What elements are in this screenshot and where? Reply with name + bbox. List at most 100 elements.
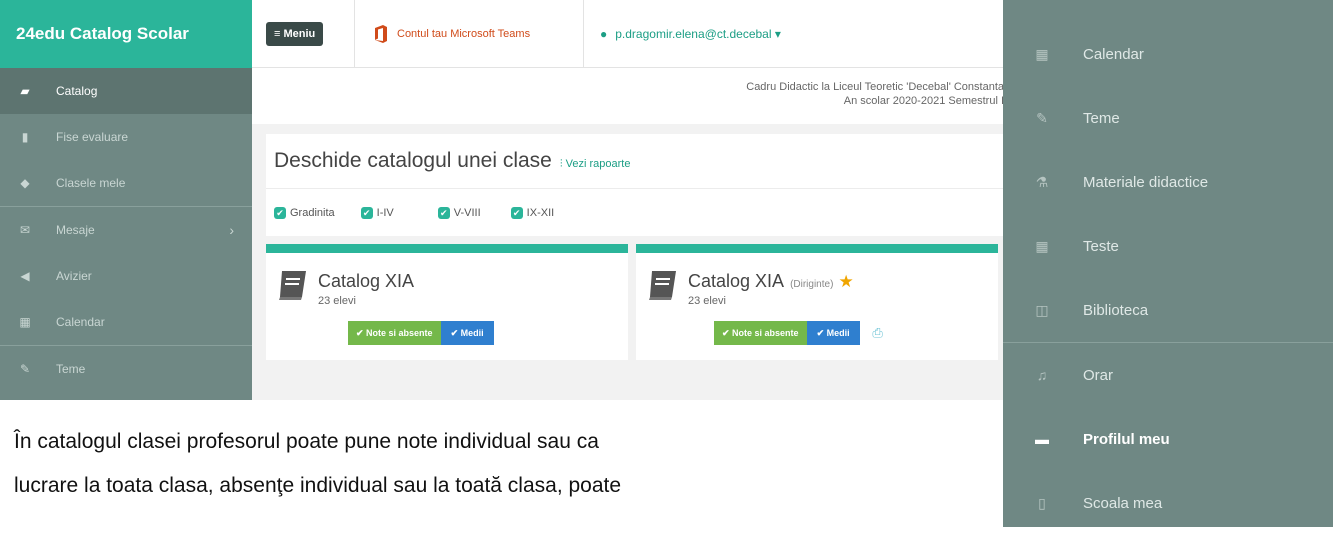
star-icon: ★	[838, 272, 854, 291]
catalog-title: Catalog XIA	[318, 271, 414, 292]
checkbox-checked-icon: ✔	[437, 206, 450, 219]
book-open-icon: ◫	[1035, 301, 1049, 318]
sidebar-item-teme[interactable]: ✎ Teme	[0, 346, 252, 392]
filter-ix-xii[interactable]: ✔ IX-XII	[510, 206, 555, 219]
catalog-card[interactable]: Catalog XIA (Diriginte) ★ 23 elevi ✔ Not…	[636, 244, 998, 360]
sidebar-item-label: Calendar	[56, 315, 105, 329]
panel-header: Deschide catalogul unei clase ⫶ Vezi rap…	[266, 134, 1010, 188]
briefcase-icon: ▬	[1035, 431, 1049, 447]
teacher-info: Cadru Didactic la Liceul Teoretic 'Deceb…	[252, 68, 1010, 124]
sidebar-item-label: Catalog	[56, 84, 98, 98]
office-logo-icon	[375, 25, 387, 43]
chevron-right-icon: ›	[229, 222, 234, 238]
filter-gradinita[interactable]: ✔ Gradinita	[274, 206, 335, 219]
checkbox-checked-icon: ✔	[274, 206, 286, 219]
reports-link[interactable]: ⫶ Vezi rapoarte	[560, 158, 631, 171]
graduation-cap-icon: ◆	[20, 176, 30, 190]
menu-item-label: Scoala mea	[1083, 494, 1163, 512]
sidebar-item-fise-evaluare[interactable]: ▮ Fise evaluare	[0, 114, 252, 160]
menu-item-label: Teme	[1083, 109, 1120, 127]
app-screenshot: 24edu Catalog Scolar ▰ Catalog ▮ Fise ev…	[0, 0, 1010, 400]
student-count: 23 elevi	[318, 295, 356, 307]
catalog-title: Catalog XIA (Diriginte) ★	[688, 271, 854, 292]
sidebar-item-label: Mesaje	[56, 223, 95, 237]
filter-v-viii[interactable]: ✔ V-VIII	[437, 206, 481, 219]
bell-icon: ♫	[1036, 367, 1048, 383]
calendar-icon: ▦	[1035, 45, 1049, 62]
card-actions: ✔ Note si absente ✔ Medii ⎙	[714, 321, 890, 345]
user-email: p.dragomir.elena@ct.decebal ▾	[615, 27, 781, 41]
book-icon	[279, 271, 306, 300]
menu-button[interactable]: ≡ Meniu	[266, 22, 324, 46]
book-icon: ▰	[20, 84, 30, 98]
flask-icon: ⚗	[1035, 173, 1049, 190]
envelope-icon: ✉	[19, 223, 31, 237]
reports-link-label: Vezi rapoarte	[565, 157, 631, 170]
checkbox-checked-icon: ✔	[360, 206, 373, 219]
sidebar-item-clasele-mele[interactable]: ◆ Clasele mele	[0, 160, 252, 206]
menu-item-profilul-meu[interactable]: ▬ Profilul meu	[1003, 407, 1333, 471]
grades-absences-button[interactable]: ✔ Note si absente	[714, 321, 807, 345]
menu-item-label: Calendar	[1083, 45, 1144, 63]
side-menu-crop: ▦ Calendar ✎ Teme ⚗ Materiale didactice …	[1003, 0, 1333, 527]
menu-item-calendar[interactable]: ▦ Calendar	[1003, 22, 1333, 86]
teacher-role: Cadru Didactic la Liceul Teoretic 'Deceb…	[746, 81, 1004, 93]
page-title: Deschide catalogul unei clase	[274, 149, 552, 172]
main-content: Deschide catalogul unei clase ⫶ Vezi rap…	[252, 124, 1010, 400]
sidebar-item-avizier[interactable]: ◀ Avizier	[0, 253, 252, 299]
book-icon	[649, 271, 676, 300]
sidebar-item-label: Fise evaluare	[56, 130, 129, 144]
menu-item-orar[interactable]: ♫ Orar	[1003, 343, 1333, 407]
menu-top-edge	[1003, 0, 1333, 22]
card-actions: ✔ Note si absente ✔ Medii	[348, 321, 494, 345]
menu-item-label: Profilul meu	[1083, 430, 1170, 448]
checkbox-checked-icon: ✔	[510, 206, 523, 219]
menu-item-label: Orar	[1083, 366, 1113, 384]
catalog-name: Catalog XIA	[318, 271, 415, 291]
menu-item-biblioteca[interactable]: ◫ Biblioteca	[1003, 278, 1333, 342]
diriginte-label: (Diriginte)	[790, 279, 834, 290]
pencil-icon: ✎	[1036, 109, 1048, 126]
user-menu[interactable]: ● p.dragomir.elena@ct.decebal ▾	[600, 0, 781, 68]
microsoft-teams-label: Contul tau Microsoft Teams	[397, 28, 531, 40]
school-year: An scolar 2020-2021 Semestrul I	[843, 95, 1004, 107]
sidebar-item-mesaje[interactable]: ✉ Mesaje ›	[0, 207, 252, 253]
filter-label: IX-XII	[526, 206, 555, 219]
filter-i-iv[interactable]: ✔ I-IV	[360, 206, 394, 219]
menu-item-label: Materiale didactice	[1083, 173, 1209, 191]
catalog-card[interactable]: Catalog XIA 23 elevi ✔ Note si absente ✔…	[266, 244, 628, 360]
sidebar-item-label: Avizier	[56, 269, 92, 283]
grades-absences-button[interactable]: ✔ Note si absente	[348, 321, 441, 345]
filter-label: Gradinita	[290, 206, 335, 219]
averages-button[interactable]: ✔ Medii	[806, 321, 860, 345]
pencil-icon: ✎	[19, 362, 31, 376]
sidebar-item-calendar[interactable]: ▦ Calendar	[0, 299, 252, 345]
caption-line-1: În catalogul clasei profesorul poate pun…	[14, 430, 599, 453]
sidebar-item-label: Teme	[56, 362, 86, 376]
menu-item-label: Teste	[1083, 237, 1119, 255]
menu-item-teme[interactable]: ✎ Teme	[1003, 86, 1333, 150]
catalog-name: Catalog XIA	[688, 271, 784, 291]
brand-title[interactable]: 24edu Catalog Scolar	[0, 0, 252, 68]
file-icon: ▮	[21, 130, 29, 144]
menu-item-materiale-didactice[interactable]: ⚗ Materiale didactice	[1003, 150, 1333, 214]
filter-label: V-VIII	[453, 206, 481, 219]
caption-text: În catalogul clasei profesorul poate pun…	[14, 420, 994, 508]
megaphone-icon: ◀	[20, 269, 30, 283]
microsoft-teams-link[interactable]: Contul tau Microsoft Teams	[354, 0, 584, 68]
menu-item-label: Biblioteca	[1083, 301, 1149, 319]
menu-item-scoala-mea[interactable]: ▯ Scoala mea	[1003, 471, 1333, 535]
sidebar: 24edu Catalog Scolar ▰ Catalog ▮ Fise ev…	[0, 0, 252, 400]
user-icon: ●	[600, 27, 608, 41]
averages-button[interactable]: ✔ Medii	[440, 321, 494, 345]
filter-label: I-IV	[376, 206, 394, 219]
building-icon: ▯	[1038, 494, 1046, 511]
caption-line-2: lucrare la toata clasa, absenţe individu…	[14, 474, 622, 497]
sidebar-item-label: Clasele mele	[56, 176, 126, 190]
student-count: 23 elevi	[688, 295, 726, 307]
sidebar-item-catalog[interactable]: ▰ Catalog	[0, 68, 252, 114]
print-icon[interactable]: ⎙	[866, 321, 890, 345]
calendar-icon: ▦	[19, 315, 31, 329]
menu-item-teste[interactable]: ▦ Teste	[1003, 214, 1333, 278]
top-bar: ≡ Meniu Contul tau Microsoft Teams ● p.d…	[252, 0, 1010, 68]
